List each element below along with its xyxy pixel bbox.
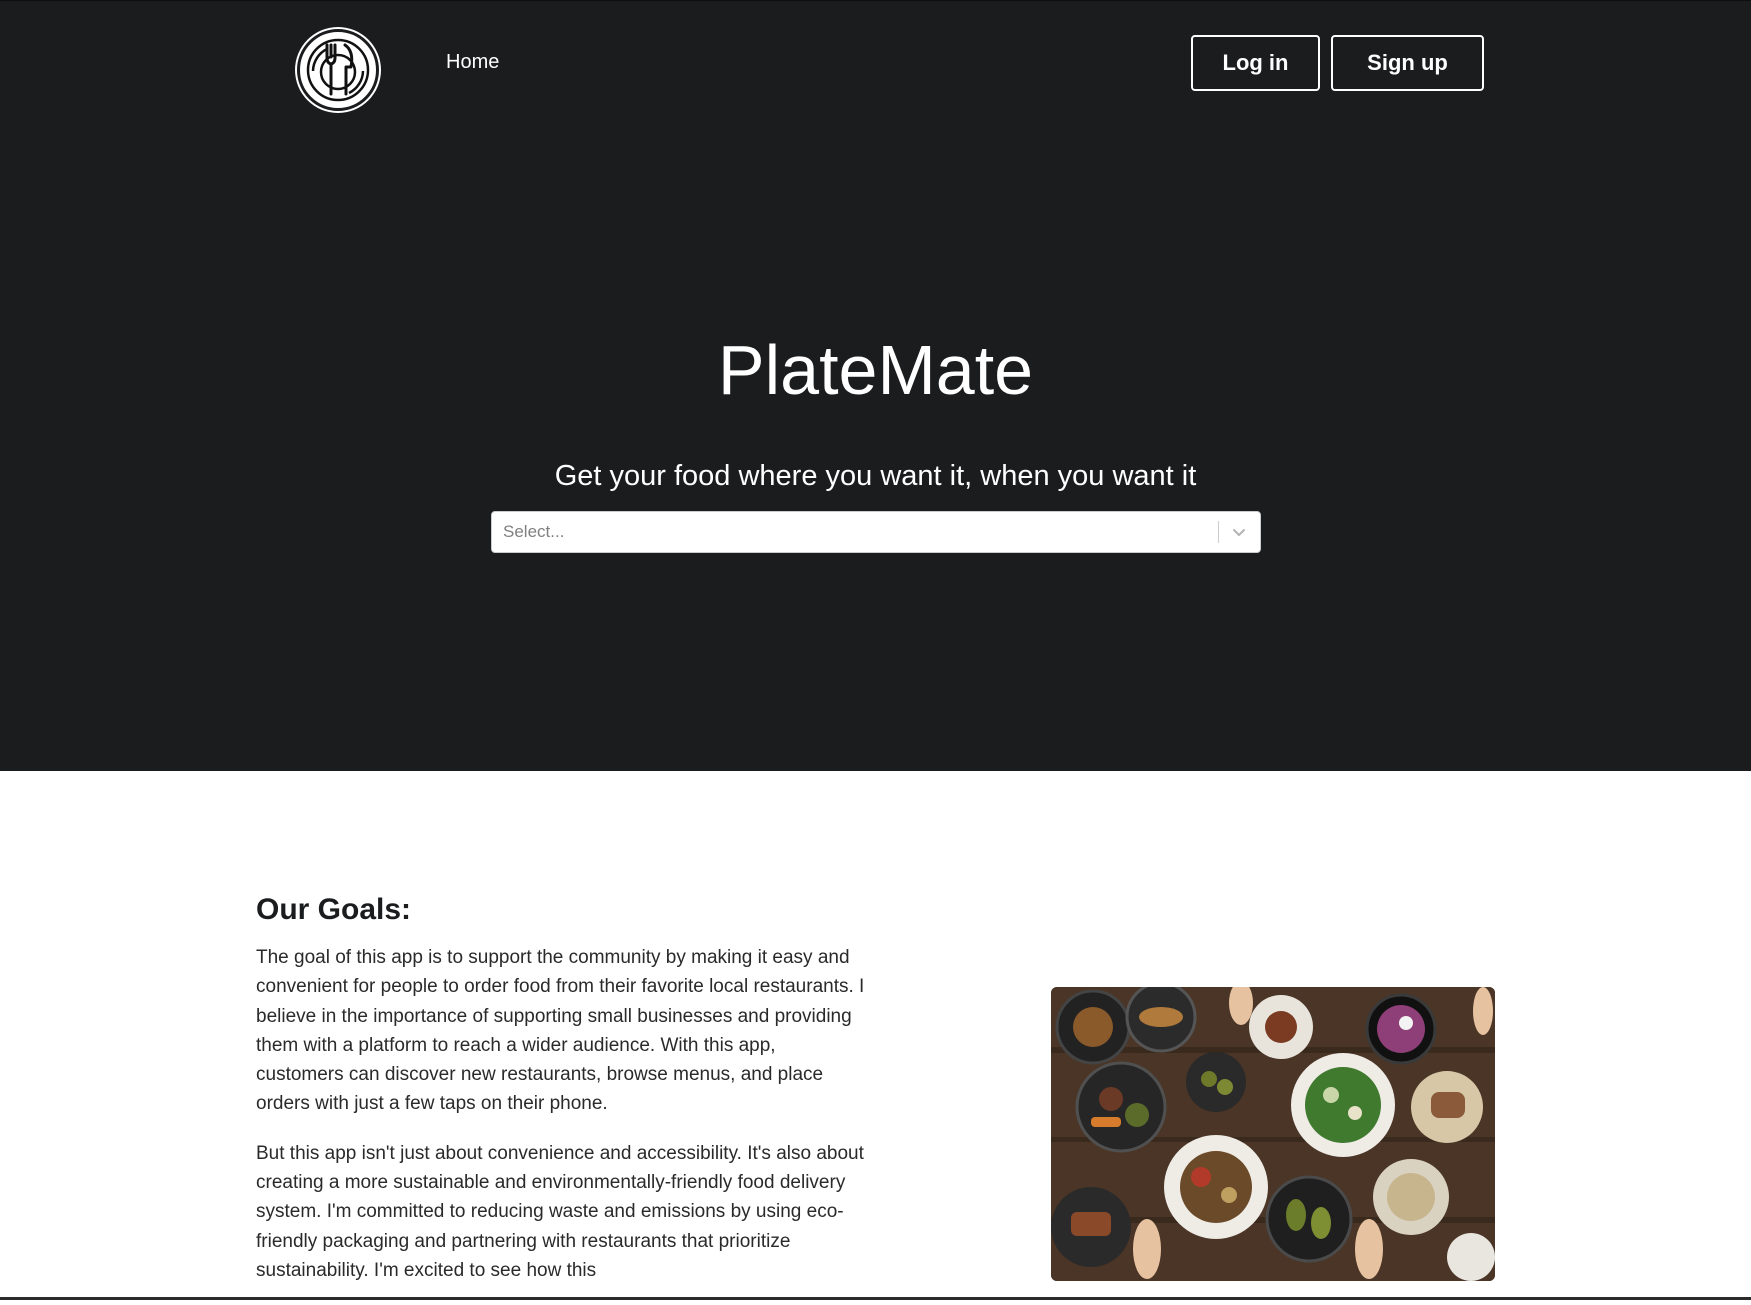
page-title: PlateMate bbox=[717, 331, 1034, 409]
plate-fork-knife-icon bbox=[306, 38, 370, 102]
hero-subtitle: Get your food where you want it, when yo… bbox=[554, 460, 1197, 492]
login-button[interactable]: Log in bbox=[1191, 35, 1320, 91]
select-placeholder: Select... bbox=[503, 522, 565, 541]
nav-home-link[interactable]: Home bbox=[446, 51, 499, 74]
chevron-down-icon[interactable] bbox=[1227, 520, 1251, 544]
hero-section: Home Log in Sign up PlateMate Get your f… bbox=[0, 0, 1751, 771]
select-separator bbox=[1218, 521, 1219, 543]
food-illustration bbox=[1051, 987, 1495, 1281]
signup-button[interactable]: Sign up bbox=[1331, 35, 1484, 91]
location-select[interactable]: Select... bbox=[491, 511, 1261, 553]
logo[interactable] bbox=[297, 29, 379, 111]
goals-text: The goal of this app is to support the c… bbox=[256, 943, 866, 1305]
goals-heading: Our Goals: bbox=[256, 893, 412, 926]
goals-paragraph: But this app isn't just about convenienc… bbox=[256, 1142, 864, 1281]
food-table-image bbox=[1051, 987, 1495, 1281]
goals-paragraph: The goal of this app is to support the c… bbox=[256, 947, 865, 1115]
top-border bbox=[0, 0, 1751, 1]
